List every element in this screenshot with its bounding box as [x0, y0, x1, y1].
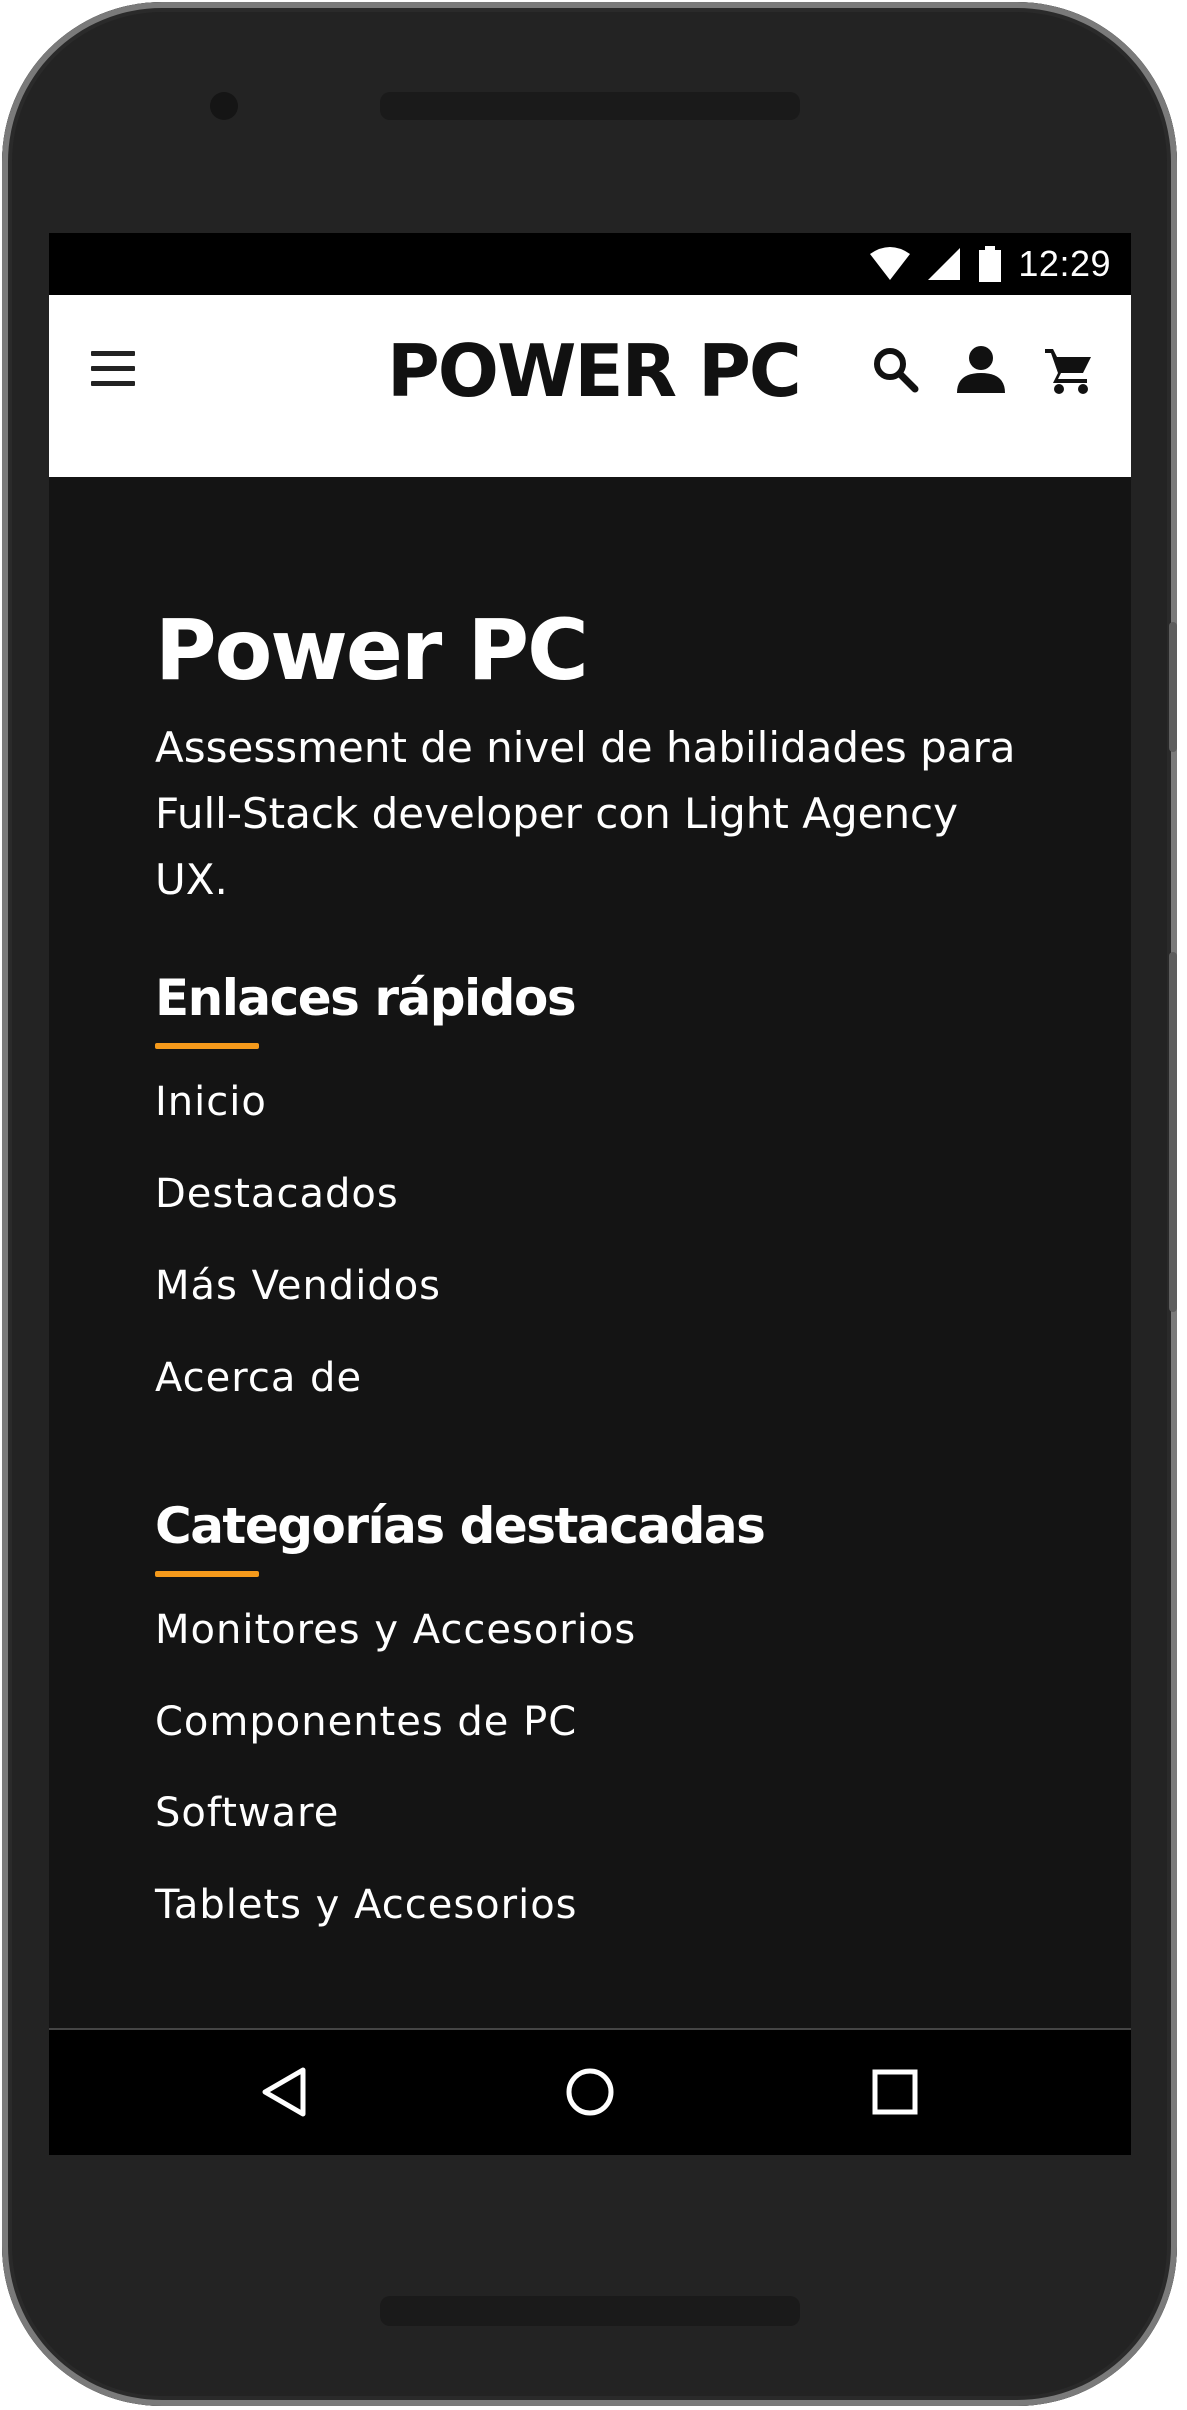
header-bottom-strip	[49, 443, 1131, 477]
cart-icon[interactable]	[1043, 343, 1095, 395]
phone-frame: 12:29 POWER PC Power PC Assessment de ni…	[2, 2, 1177, 2406]
account-icon[interactable]	[955, 343, 1007, 395]
footer-link-tablets[interactable]: Tablets y Accesorios	[155, 1882, 578, 1928]
search-icon[interactable]	[869, 343, 921, 395]
earpiece-speaker	[380, 92, 800, 120]
app-header: POWER PC	[49, 295, 1131, 443]
wifi-icon	[870, 247, 911, 280]
featured-categories-underline	[155, 1571, 259, 1577]
volume-side-button	[1169, 952, 1177, 1312]
logo-text: POWER PC	[387, 329, 802, 413]
footer-link-mas-vendidos[interactable]: Más Vendidos	[155, 1263, 441, 1309]
phone-screen: 12:29 POWER PC Power PC Assessment de ni…	[49, 233, 1131, 2155]
footer-link-monitores[interactable]: Monitores y Accesorios	[155, 1607, 636, 1653]
recents-icon[interactable]	[869, 2066, 921, 2118]
battery-icon	[979, 246, 1002, 282]
footer-link-software[interactable]: Software	[155, 1790, 339, 1836]
status-time: 12:29	[1018, 243, 1111, 284]
home-icon[interactable]	[564, 2066, 616, 2118]
back-icon[interactable]	[259, 2066, 311, 2118]
front-camera	[210, 92, 238, 120]
power-side-button	[1169, 622, 1177, 752]
footer-link-acerca-de[interactable]: Acerca de	[155, 1355, 362, 1401]
featured-categories-title: Categorías destacadas	[155, 1497, 766, 1555]
footer-brand-title: Power PC	[155, 601, 589, 699]
bottom-speaker	[380, 2296, 800, 2326]
quick-links-title: Enlaces rápidos	[155, 969, 577, 1027]
signal-icon	[928, 248, 961, 280]
hamburger-menu-icon[interactable]	[91, 349, 137, 389]
power-pc-logo[interactable]: POWER PC	[387, 329, 802, 413]
android-navigation-bar	[49, 2028, 1131, 2155]
footer-link-inicio[interactable]: Inicio	[155, 1079, 267, 1125]
footer-link-componentes[interactable]: Componentes de PC	[155, 1699, 577, 1745]
footer-link-destacados[interactable]: Destacados	[155, 1171, 399, 1217]
status-bar: 12:29	[49, 233, 1131, 295]
quick-links-underline	[155, 1043, 259, 1049]
footer-description: Assessment de nivel de habilidades para …	[155, 723, 1016, 904]
